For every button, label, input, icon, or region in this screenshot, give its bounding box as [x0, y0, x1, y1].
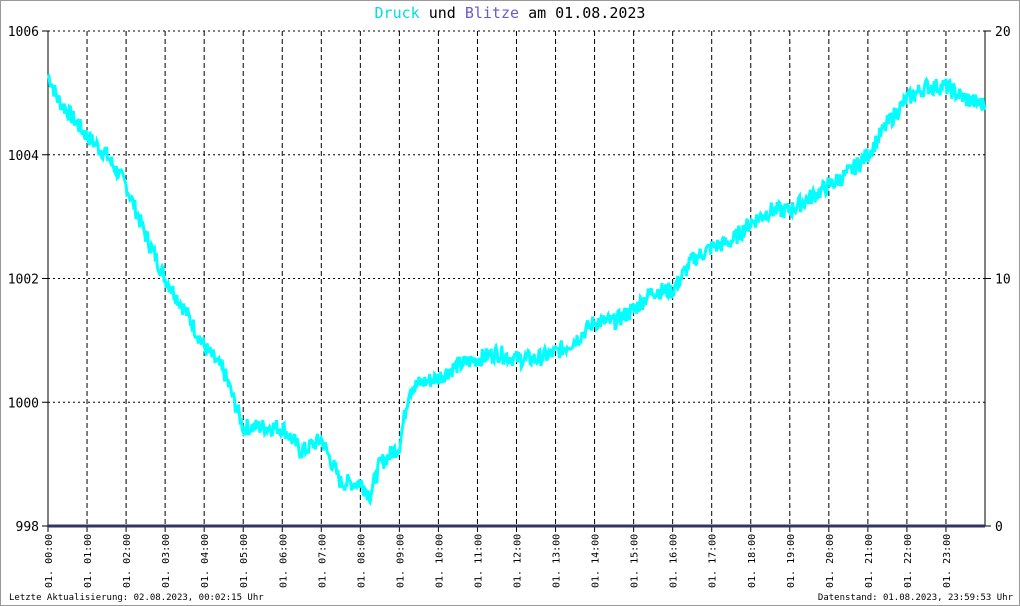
- x-tick-label: 01. 04:00: [200, 534, 211, 588]
- x-tick-label: 01. 01:00: [83, 534, 94, 588]
- x-tick-label: 01. 00:00: [44, 534, 55, 588]
- y2-tick-label: 20: [995, 25, 1011, 40]
- y-tick-label: 1004: [8, 149, 39, 164]
- x-tick-label: 01. 09:00: [395, 534, 406, 588]
- x-tick-label: 01. 05:00: [239, 534, 250, 588]
- last-update-text: Letzte Aktualisierung: 02.08.2023, 00:02…: [9, 593, 264, 603]
- x-tick-label: 01. 23:00: [942, 534, 953, 588]
- x-tick-label: 01. 15:00: [630, 534, 641, 588]
- data-timestamp-text: Datenstand: 01.08.2023, 23:59:53 Uhr: [817, 593, 1013, 603]
- x-tick-label: 01. 20:00: [825, 534, 836, 588]
- y-tick-label: 1006: [8, 25, 39, 40]
- x-tick-label: 01. 22:00: [903, 534, 914, 588]
- x-tick-label: 01. 02:00: [122, 534, 133, 588]
- x-tick-label: 01. 07:00: [317, 534, 328, 588]
- y2-tick-label: 0: [995, 520, 1003, 535]
- x-tick-label: 01. 11:00: [473, 534, 484, 588]
- x-tick-label: 01. 21:00: [864, 534, 875, 588]
- x-tick-label: 01. 06:00: [278, 534, 289, 588]
- x-tick-label: 01. 03:00: [161, 534, 172, 588]
- x-tick-label: 01. 16:00: [669, 534, 680, 588]
- x-tick-label: 01. 17:00: [708, 534, 719, 588]
- pressure-chart: 998 1000 1002 1004 1006 0 10 20 01. 00:00 01. 01:…: [8, 25, 1011, 588]
- y2-tick-label: 10: [995, 273, 1011, 288]
- y-tick-label: 1002: [8, 273, 39, 288]
- y-tick-label: 998: [16, 520, 39, 535]
- x-tick-label: 01. 08:00: [356, 534, 367, 588]
- y-tick-label: 1000: [8, 396, 39, 411]
- x-tick-label: 01. 14:00: [591, 534, 602, 588]
- x-tick-label: 01. 19:00: [786, 534, 797, 588]
- x-tick-label: 01. 18:00: [747, 534, 758, 588]
- x-tick-label: 01. 12:00: [513, 534, 524, 588]
- x-tick-label: 01. 13:00: [552, 534, 563, 588]
- x-tick-label: 01. 10:00: [434, 534, 445, 588]
